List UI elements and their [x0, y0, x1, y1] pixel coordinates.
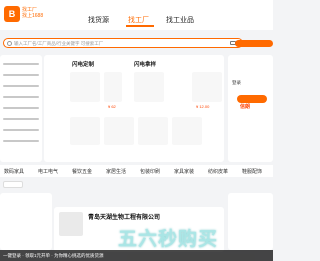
- category-tab[interactable]: 餐饮五金: [72, 168, 92, 175]
- nav-find-factory[interactable]: 找工厂: [128, 15, 149, 25]
- bottom-banner[interactable]: 一键登录 · 领取1元开单 · 为你精心挑选的优质货源: [0, 250, 273, 261]
- category-tab[interactable]: 家具家装: [174, 168, 194, 175]
- factory-image[interactable]: [138, 117, 168, 145]
- product-image[interactable]: [192, 72, 222, 102]
- search-icon: [7, 41, 12, 46]
- brand-logo[interactable]: B: [4, 6, 20, 22]
- sidebar-item[interactable]: [3, 85, 39, 87]
- login-button[interactable]: [237, 95, 267, 103]
- login-label: 登录: [232, 80, 241, 85]
- category-tab[interactable]: 电工电气: [38, 168, 58, 175]
- bottom-banner-text: 一键登录 · 领取1元开单 · 为你精心挑选的优质货源: [3, 253, 104, 258]
- category-tab[interactable]: 家居生活: [106, 168, 126, 175]
- nav-industrial[interactable]: 找工业品: [166, 15, 194, 25]
- sidebar-item[interactable]: [3, 129, 39, 131]
- product-price: ¥ 62: [108, 104, 116, 109]
- category-tab[interactable]: 纺织皮革: [208, 168, 228, 175]
- category-tab[interactable]: 包装印刷: [140, 168, 160, 175]
- section-title-sample[interactable]: 闪电拿样: [134, 60, 156, 68]
- search-button[interactable]: [235, 40, 273, 47]
- user-panel: [228, 55, 273, 162]
- factory-image[interactable]: [104, 117, 134, 145]
- sidebar-item[interactable]: [3, 74, 39, 76]
- top-header: B 找工厂 找上1688 找货源 找工厂 找工业品: [0, 0, 273, 30]
- sidebar-item[interactable]: [3, 118, 39, 120]
- factory-image[interactable]: [70, 117, 100, 145]
- filter-chip[interactable]: [3, 181, 23, 188]
- search-input[interactable]: 输入工厂名/工厂商品/行业关键字 可搜索工厂: [3, 38, 243, 48]
- promo-label[interactable]: 信朗: [240, 103, 250, 110]
- product-image[interactable]: [134, 72, 164, 102]
- factory-banner[interactable]: [0, 193, 52, 250]
- product-image[interactable]: [70, 72, 100, 102]
- side-card[interactable]: [228, 193, 273, 250]
- sidebar-item[interactable]: [3, 140, 39, 142]
- sidebar-item[interactable]: [3, 107, 39, 109]
- product-price: ¥ 12.00: [196, 104, 210, 109]
- category-bar: 数码家具 电工电气 餐饮五金 家居生活 包装印刷 家具家装 纺织皮革 鞋服配饰: [0, 165, 273, 177]
- active-tab-indicator: [126, 25, 154, 27]
- sidebar-item[interactable]: [3, 63, 39, 65]
- category-tab[interactable]: 数码家具: [4, 168, 24, 175]
- product-image[interactable]: [104, 72, 122, 102]
- company-name[interactable]: 青岛天湖生物工程有限公司: [88, 212, 160, 221]
- category-tab[interactable]: 鞋服配饰: [242, 168, 262, 175]
- category-sidebar: [0, 55, 42, 162]
- watermark: 五六秒购买: [118, 229, 219, 250]
- sidebar-item[interactable]: [3, 96, 39, 98]
- company-thumbnail[interactable]: [59, 212, 83, 236]
- factory-image[interactable]: [172, 117, 202, 145]
- search-placeholder: 输入工厂名/工厂商品/行业关键字 可搜索工厂: [14, 41, 104, 46]
- brand-text: 找工厂 找上1688: [22, 7, 44, 19]
- section-title-custom[interactable]: 闪电定制: [72, 60, 94, 68]
- nav-find-goods[interactable]: 找货源: [88, 15, 109, 25]
